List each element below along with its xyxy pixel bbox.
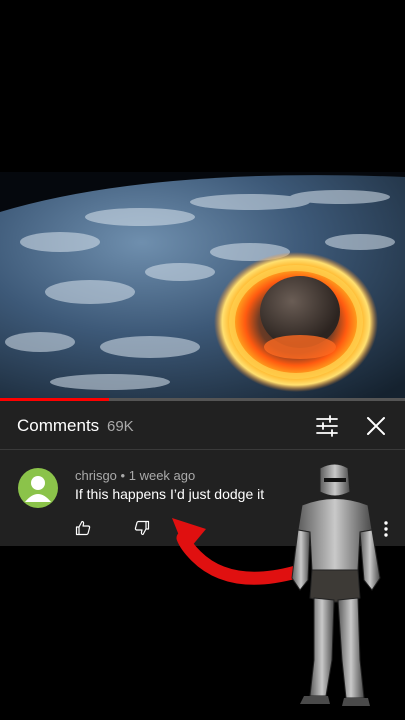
comment-time: 1 week ago xyxy=(128,468,196,483)
close-icon[interactable] xyxy=(365,415,387,437)
avatar[interactable] xyxy=(18,468,58,508)
comments-header: Comments 69K xyxy=(0,401,405,449)
earth-impact-image xyxy=(0,172,405,400)
header-divider xyxy=(0,449,405,450)
comment-author[interactable]: chrisgo xyxy=(75,468,117,483)
comment-meta: chrisgo • 1 week ago xyxy=(75,468,195,483)
default-user-icon xyxy=(25,476,51,502)
thumbs-up-icon[interactable] xyxy=(75,520,91,536)
comment-text: If this happens I’d just dodge it xyxy=(75,486,265,502)
video-frame[interactable] xyxy=(0,172,405,400)
meta-separator: • xyxy=(120,468,126,483)
thumbs-down-icon[interactable] xyxy=(134,520,150,536)
comments-title: Comments xyxy=(17,416,100,435)
armored-knight-image xyxy=(291,463,381,706)
comments-count: 69K xyxy=(107,418,134,435)
filter-sliders-icon[interactable] xyxy=(315,415,339,437)
